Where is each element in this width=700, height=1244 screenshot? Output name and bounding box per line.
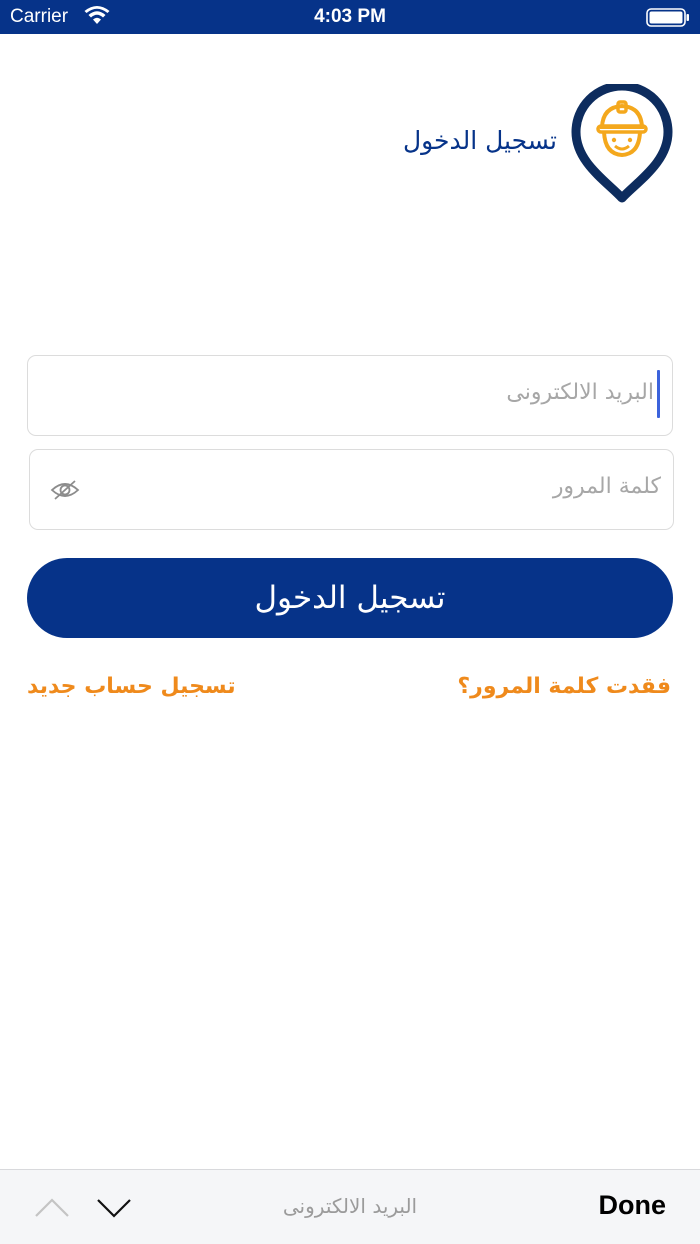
eye-slash-icon[interactable] <box>50 479 80 501</box>
battery-icon <box>646 8 689 27</box>
worker-helmet-pin-icon <box>571 84 673 203</box>
email-field[interactable]: البريد الالكترونى <box>27 355 673 436</box>
accessory-field-label: البريد الالكترونى <box>282 1194 418 1218</box>
password-placeholder: كلمة المرور <box>552 474 661 499</box>
text-cursor <box>657 370 660 418</box>
register-link[interactable]: تسجيل حساب جديد <box>27 674 236 699</box>
status-bar: Carrier 4:03 PM <box>0 0 700 34</box>
status-time: 4:03 PM <box>314 6 386 27</box>
page-title: تسجيل الدخول <box>402 126 557 155</box>
login-button[interactable]: تسجيل الدخول <box>27 558 673 638</box>
password-field[interactable]: كلمة المرور <box>29 449 674 530</box>
email-placeholder: البريد الالكترونى <box>506 380 654 405</box>
forgot-password-link[interactable]: فقدت كلمة المرور؟ <box>457 674 671 699</box>
done-button[interactable]: Done <box>599 1190 667 1221</box>
keyboard-accessory-bar: البريد الالكترونى Done <box>0 1169 700 1244</box>
